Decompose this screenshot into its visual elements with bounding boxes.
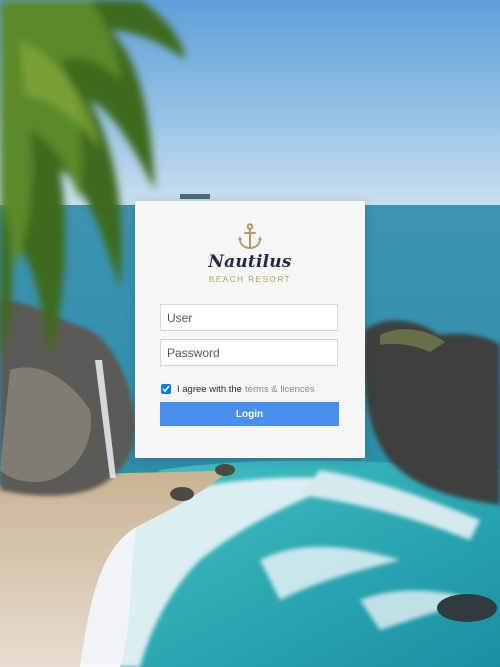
username-input[interactable] — [160, 304, 338, 331]
anchor-icon — [238, 223, 262, 250]
password-input[interactable] — [160, 339, 338, 366]
brand-name: Nautilus — [208, 252, 292, 272]
brand-tagline: BEACH RESORT — [208, 275, 292, 284]
brand-logo: Nautilus BEACH RESORT — [135, 223, 365, 285]
terms-checkbox[interactable] — [161, 384, 171, 394]
terms-agreement: I agree with the terms & licences — [161, 382, 315, 396]
login-page: Nautilus BEACH RESORT I agree with the t… — [0, 0, 500, 667]
terms-link[interactable]: terms & licences — [245, 384, 315, 395]
login-button[interactable]: Login — [160, 402, 339, 426]
terms-label: I agree with the — [177, 383, 242, 395]
login-card: Nautilus BEACH RESORT I agree with the t… — [135, 201, 365, 458]
